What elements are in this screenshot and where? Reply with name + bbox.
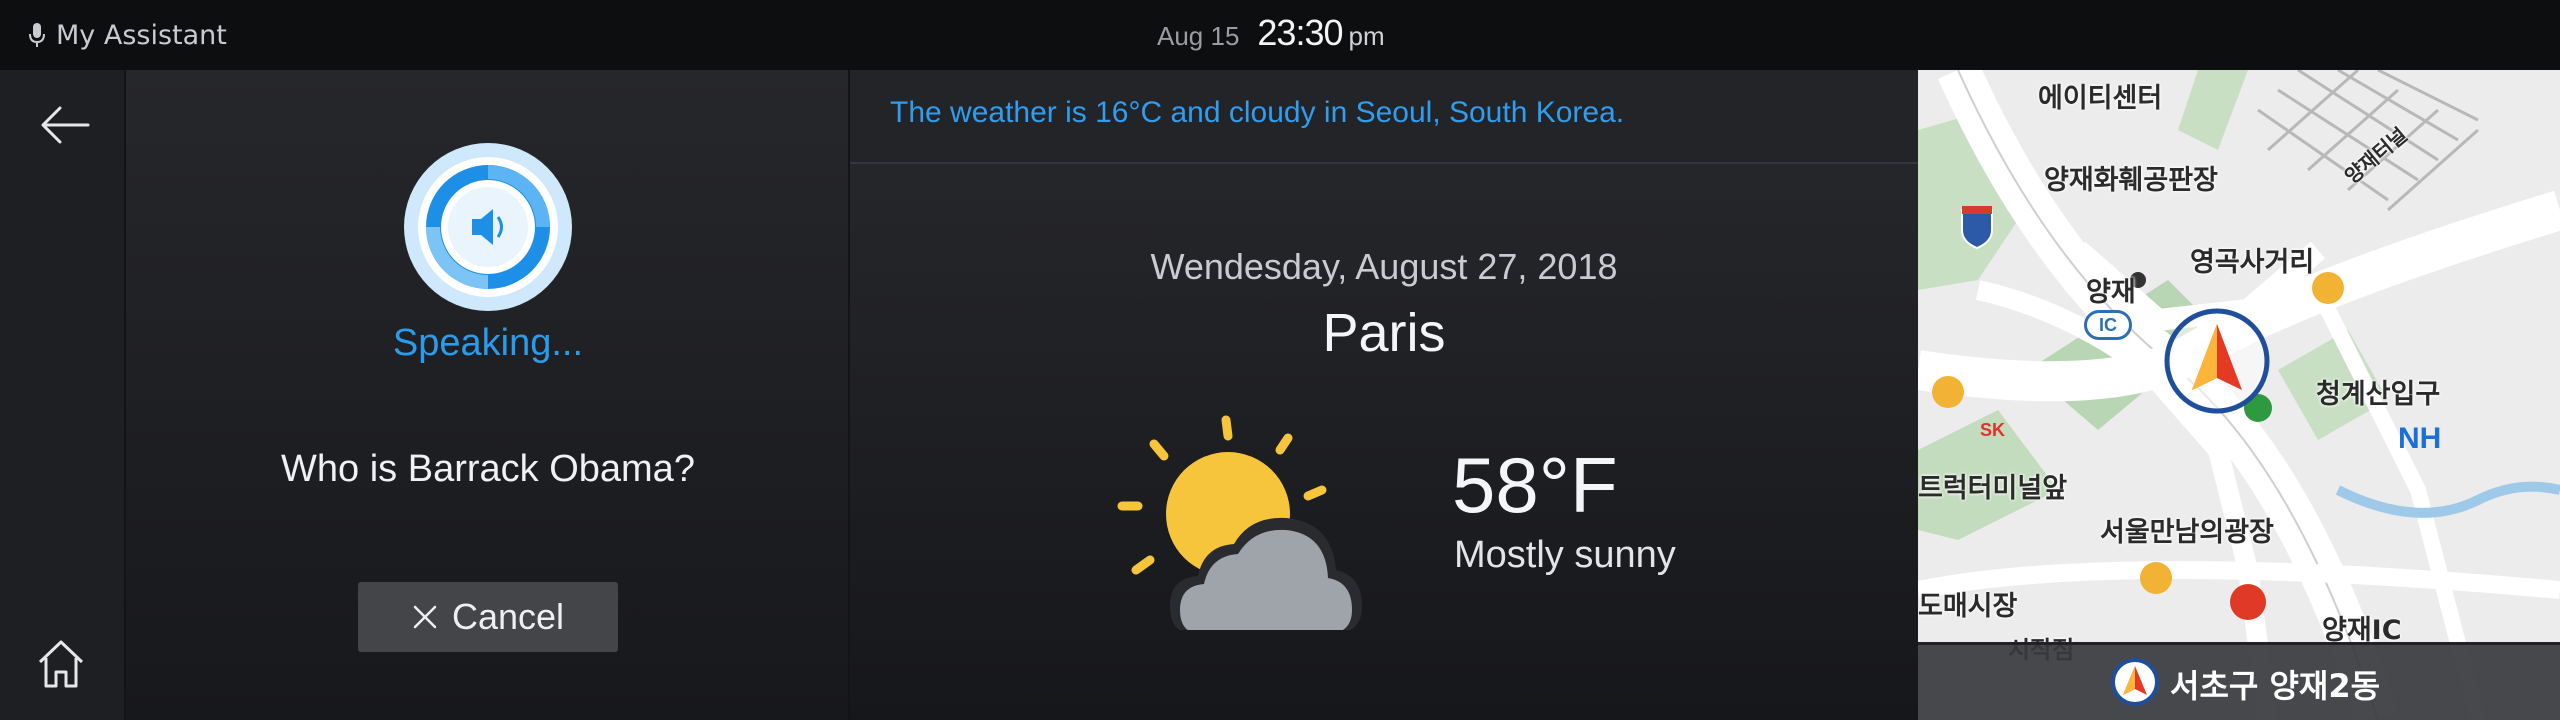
- clock-ampm: pm: [1348, 21, 1385, 51]
- cancel-button[interactable]: Cancel: [358, 582, 618, 652]
- weather-temperature: 58°F: [1452, 441, 1618, 529]
- assistant-indicator[interactable]: My Assistant: [28, 18, 227, 52]
- close-icon: [413, 605, 437, 629]
- weather-date: Wendesday, August 27, 2018: [1150, 246, 1618, 287]
- status-bar: My Assistant Aug 15 23:30 pm: [0, 0, 2560, 70]
- clock: Aug 15 23:30 pm: [1157, 12, 1385, 54]
- cancel-label: Cancel: [451, 596, 565, 637]
- map-location-bar: 서초구 양재2동: [1918, 642, 2560, 720]
- navigation-map[interactable]: 에이티센터 양재화훼공판장 영곡사거리 양재 청계산입구 트럭터미널앞 서울만남…: [1918, 70, 2560, 720]
- partly-cloudy-icon: [1117, 415, 1362, 630]
- location-arrow-icon: [2111, 658, 2159, 706]
- back-arrow-icon[interactable]: [36, 96, 94, 154]
- speaking-status: Speaking...: [392, 322, 584, 364]
- map-label: 서울만남의광장: [2100, 517, 2274, 548]
- map-label: 트럭터미널앞: [1918, 473, 2068, 504]
- navigation-arrow-icon: [2164, 308, 2270, 414]
- weather-message: The weather is 16°C and cloudy in Seoul,…: [890, 96, 1625, 129]
- voice-query: Who is Barrack Obama?: [281, 448, 695, 490]
- assistant-label: My Assistant: [56, 19, 227, 51]
- left-nav: [0, 70, 126, 720]
- clock-date: Aug 15: [1157, 21, 1240, 51]
- weather-condition: Mostly sunny: [1454, 534, 1676, 576]
- current-location: 서초구 양재2동: [2170, 667, 2381, 705]
- sk-logo: SK: [1980, 420, 2006, 440]
- ic-badge: IC: [2084, 310, 2132, 340]
- weather-city: Paris: [1322, 303, 1446, 363]
- home-icon[interactable]: [36, 638, 86, 690]
- weather-panel: The weather is 16°C and cloudy in Seoul,…: [850, 70, 1918, 720]
- speaker-icon: [404, 143, 572, 311]
- map-label: 에이티센터: [2038, 83, 2163, 114]
- microphone-icon: [29, 23, 45, 47]
- voice-assistant-panel: Speaking... Who is Barrack Obama? Cancel: [126, 70, 850, 720]
- nh-logo: NH: [2398, 422, 2442, 455]
- map-label: 청계산입구: [2316, 379, 2441, 410]
- weather-header: The weather is 16°C and cloudy in Seoul,…: [850, 70, 1918, 164]
- map-label: 양재화훼공판장: [2044, 165, 2218, 196]
- map-label: 양재: [2086, 277, 2136, 308]
- map-label: 영곡사거리: [2190, 247, 2315, 278]
- clock-time: 23:30: [1257, 12, 1343, 53]
- map-label: 도매시장: [1918, 591, 2018, 622]
